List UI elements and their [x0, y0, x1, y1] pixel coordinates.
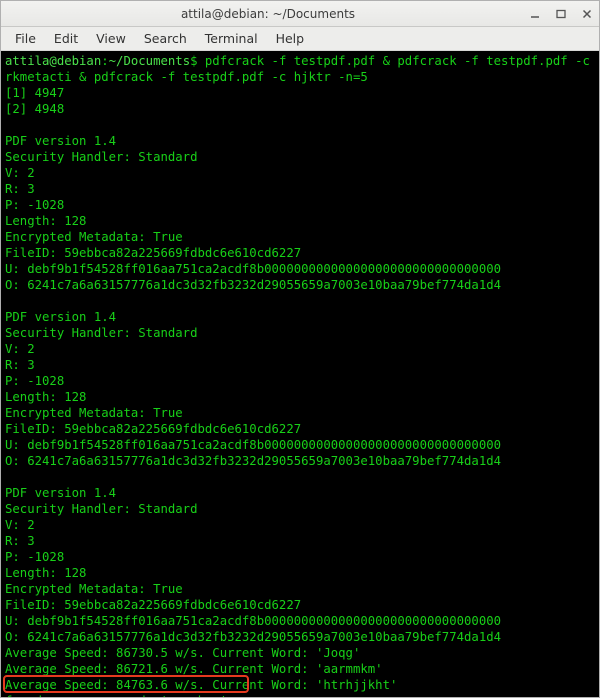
menu-edit[interactable]: Edit — [46, 28, 86, 49]
output-line: Length: 128 — [5, 390, 86, 404]
job-line: [2] 4948 — [5, 102, 64, 116]
terminal-window: attila@debian: ~/Documents File Edit Vie… — [0, 0, 600, 698]
output-line: Security Handler: Standard — [5, 150, 198, 164]
window-title: attila@debian: ~/Documents — [7, 7, 529, 21]
output-line: Average Speed: 86721.6 w/s. Current Word… — [5, 662, 383, 676]
output-line: U: debf9b1f54528ff016aa751ca2acdf8b00000… — [5, 262, 501, 276]
command-text — [198, 54, 205, 68]
output-line: O: 6241c7a6a63157776a1dc3d32fb3232d29055… — [5, 278, 501, 292]
output-line: FileID: 59ebbca82a225669fdbdc6e610cd6227 — [5, 246, 301, 260]
output-line: Length: 128 — [5, 214, 86, 228]
output-line: Encrypted Metadata: True — [5, 582, 183, 596]
output-line: Average Speed: 86730.5 w/s. Current Word… — [5, 646, 360, 660]
prompt-cwd: ~/Documents — [109, 54, 190, 68]
maximize-icon[interactable] — [555, 8, 567, 20]
output-line: R: 3 — [5, 182, 35, 196]
output-line: PDF version 1.4 — [5, 134, 116, 148]
output-line: Encrypted Metadata: True — [5, 230, 183, 244]
menu-file[interactable]: File — [7, 28, 44, 49]
output-line: V: 2 — [5, 342, 35, 356]
prompt-dollar: $ — [190, 54, 197, 68]
window-controls — [529, 8, 593, 20]
output-line: Encrypted Metadata: True — [5, 406, 183, 420]
output-line: U: debf9b1f54528ff016aa751ca2acdf8b00000… — [5, 614, 501, 628]
output-line: Average Speed: 84763.6 w/s. Current Word… — [5, 678, 397, 692]
output-line: U: debf9b1f54528ff016aa751ca2acdf8b00000… — [5, 438, 501, 452]
output-line: R: 3 — [5, 358, 35, 372]
output-line: Security Handler: Standard — [5, 326, 198, 340]
found-password-line: found user-password: 'crackme' — [5, 694, 227, 697]
job-line: [1] 4947 — [5, 86, 64, 100]
output-line: V: 2 — [5, 518, 35, 532]
menu-terminal[interactable]: Terminal — [197, 28, 266, 49]
menu-bar: File Edit View Search Terminal Help — [1, 27, 599, 51]
minimize-icon[interactable] — [529, 8, 541, 20]
window-titlebar: attila@debian: ~/Documents — [1, 1, 599, 27]
output-line: Length: 128 — [5, 566, 86, 580]
close-icon[interactable] — [581, 8, 593, 20]
output-line: FileID: 59ebbca82a225669fdbdc6e610cd6227 — [5, 598, 301, 612]
output-line: V: 2 — [5, 166, 35, 180]
prompt-user-host: attila@debian — [5, 54, 101, 68]
menu-view[interactable]: View — [88, 28, 134, 49]
menu-search[interactable]: Search — [136, 28, 195, 49]
output-line: R: 3 — [5, 534, 35, 548]
prompt-sep: : — [101, 54, 108, 68]
terminal-area[interactable]: attila@debian:~/Documents$ pdfcrack -f t… — [1, 51, 599, 697]
output-line: PDF version 1.4 — [5, 486, 116, 500]
menu-help[interactable]: Help — [268, 28, 313, 49]
output-line: Security Handler: Standard — [5, 502, 198, 516]
output-line: O: 6241c7a6a63157776a1dc3d32fb3232d29055… — [5, 630, 501, 644]
output-line: PDF version 1.4 — [5, 310, 116, 324]
output-line: P: -1028 — [5, 198, 64, 212]
output-line: O: 6241c7a6a63157776a1dc3d32fb3232d29055… — [5, 454, 501, 468]
output-line: P: -1028 — [5, 550, 64, 564]
output-line: P: -1028 — [5, 374, 64, 388]
output-line: FileID: 59ebbca82a225669fdbdc6e610cd6227 — [5, 422, 301, 436]
